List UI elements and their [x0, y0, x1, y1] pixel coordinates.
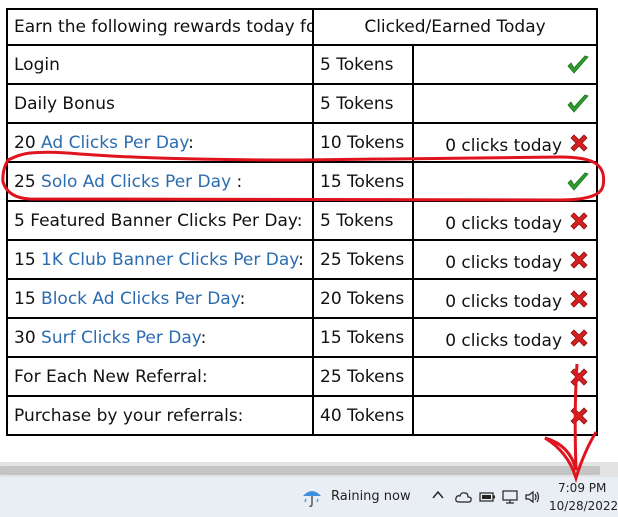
- activity-cell: For Each New Referral:: [6, 356, 314, 397]
- token-amount: 15 Tokens: [312, 317, 414, 358]
- status-cell: 0 clicks today: [411, 122, 599, 163]
- token-amount: 40 Tokens: [312, 395, 414, 436]
- red-x-icon: [568, 405, 590, 427]
- activity-text: For Each New Referral:: [14, 366, 208, 387]
- activity-cell: 25 Solo Ad Clicks Per Day :: [6, 161, 314, 202]
- activity-link[interactable]: Block Ad Clicks Per Day: [41, 289, 240, 309]
- volume-icon[interactable]: [524, 489, 542, 508]
- table-row: Purchase by your referrals: 40 Tokens: [6, 395, 599, 436]
- activity-text: 15: [14, 288, 42, 309]
- activity-cell: 30 Surf Clicks Per Day:: [6, 317, 314, 358]
- rain-umbrella-icon[interactable]: [300, 485, 324, 513]
- header-activity: Earn the following rewards today for eac…: [6, 8, 314, 46]
- table-row: 15 Block Ad Clicks Per Day: 20 Tokens 0 cl…: [6, 278, 599, 319]
- status-cell: 0 clicks today: [411, 278, 599, 319]
- activity-suffix: :: [200, 327, 207, 348]
- network-icon[interactable]: [502, 489, 520, 508]
- activity-cell: 15 1K Club Banner Clicks Per Day:: [6, 239, 314, 280]
- activity-cell: Daily Bonus: [6, 83, 314, 124]
- red-x-icon: [568, 366, 590, 388]
- table-row: 25 Solo Ad Clicks Per Day :15 Tokens: [6, 161, 599, 202]
- scrollbar-thumb[interactable]: [0, 466, 600, 475]
- green-check-icon: [566, 171, 590, 193]
- activity-text: 30: [14, 327, 42, 348]
- screenshot-stage: Earn the following rewards today for eac…: [0, 0, 618, 517]
- table-row: Daily Bonus 5 Tokens: [6, 83, 599, 124]
- weather-text[interactable]: Raining now: [331, 489, 411, 504]
- activity-text: 25: [14, 171, 42, 192]
- token-amount: 5 Tokens: [312, 44, 414, 85]
- activity-text: 15: [14, 249, 42, 270]
- header-status: Clicked/Earned Today: [311, 8, 599, 46]
- battery-icon[interactable]: [479, 489, 497, 508]
- clock-time[interactable]: 7:09 PM: [558, 481, 606, 495]
- activity-link[interactable]: Surf Clicks Per Day: [41, 328, 201, 348]
- token-amount: 5 Tokens: [312, 83, 414, 124]
- table-header-row: Earn the following rewards today for eac…: [6, 8, 599, 46]
- activity-text: Purchase by your referrals:: [14, 405, 244, 426]
- onedrive-cloud-icon[interactable]: [455, 489, 473, 508]
- activity-cell: 20 Ad Clicks Per Day:: [6, 122, 314, 163]
- activity-text: Daily Bonus: [14, 93, 115, 114]
- activity-cell: Purchase by your referrals:: [6, 395, 314, 436]
- activity-text: 5 Featured Banner Clicks Per Day:: [14, 210, 303, 231]
- activity-text: 20: [14, 132, 42, 153]
- activity-cell: 5 Featured Banner Clicks Per Day:: [6, 200, 314, 241]
- red-x-icon: [568, 210, 590, 232]
- activity-text: Login: [14, 54, 60, 75]
- activity-suffix: :: [298, 249, 304, 270]
- rewards-table: Earn the following rewards today for eac…: [6, 8, 599, 436]
- token-amount: 15 Tokens: [312, 161, 414, 202]
- activity-link[interactable]: Solo Ad Clicks Per Day: [41, 172, 231, 192]
- clicks-today-text: 0 clicks today: [445, 291, 563, 312]
- status-cell: [411, 395, 599, 436]
- green-check-icon: [566, 54, 590, 76]
- red-x-icon: [568, 288, 590, 310]
- status-cell: 0 clicks today: [411, 317, 599, 358]
- clicks-today-text: 0 clicks today: [445, 213, 563, 234]
- activity-suffix: :: [188, 132, 194, 153]
- red-x-icon: [568, 327, 590, 349]
- status-cell: [411, 83, 599, 124]
- table-row: Login 5 Tokens: [6, 44, 599, 85]
- table-row: 20 Ad Clicks Per Day: 10 Tokens 0 clicks t…: [6, 122, 599, 163]
- table-row: For Each New Referral: 25 Tokens: [6, 356, 599, 397]
- activity-link[interactable]: 1K Club Banner Clicks Per Day: [41, 250, 298, 270]
- clicks-today-text: 0 clicks today: [445, 330, 563, 351]
- token-amount: 20 Tokens: [312, 278, 414, 319]
- red-x-icon: [568, 249, 590, 271]
- activity-suffix: :: [231, 171, 243, 192]
- token-amount: 25 Tokens: [312, 239, 414, 280]
- table-row: 5 Featured Banner Clicks Per Day: 5 Token…: [6, 200, 599, 241]
- clock-date[interactable]: 10/28/2022: [549, 499, 618, 513]
- clicks-today-text: 0 clicks today: [445, 252, 563, 273]
- green-check-icon: [566, 93, 590, 115]
- windows-taskbar: Raining now 7:09 PM 10/28/2022: [0, 477, 618, 517]
- table-row: 15 1K Club Banner Clicks Per Day: 25 Toke…: [6, 239, 599, 280]
- status-cell: [411, 44, 599, 85]
- activity-cell: 15 Block Ad Clicks Per Day:: [6, 278, 314, 319]
- status-cell: [411, 356, 599, 397]
- status-cell: [411, 161, 599, 202]
- table-body: Login 5 Tokens Daily Bonus 5 Tokens 20 Ad Cl…: [6, 44, 599, 436]
- token-amount: 10 Tokens: [312, 122, 414, 163]
- clicks-today-text: 0 clicks today: [445, 135, 563, 156]
- token-amount: 25 Tokens: [312, 356, 414, 397]
- red-x-icon: [568, 132, 590, 154]
- activity-suffix: :: [239, 288, 246, 309]
- activity-link[interactable]: Ad Clicks Per Day: [41, 133, 188, 153]
- token-amount: 5 Tokens: [312, 200, 414, 241]
- status-cell: 0 clicks today: [411, 200, 599, 241]
- activity-cell: Login: [6, 44, 314, 85]
- table-row: 30 Surf Clicks Per Day: 15 Tokens 0 clicks…: [6, 317, 599, 358]
- status-cell: 0 clicks today: [411, 239, 599, 280]
- tray-chevron-up-icon[interactable]: [432, 489, 444, 504]
